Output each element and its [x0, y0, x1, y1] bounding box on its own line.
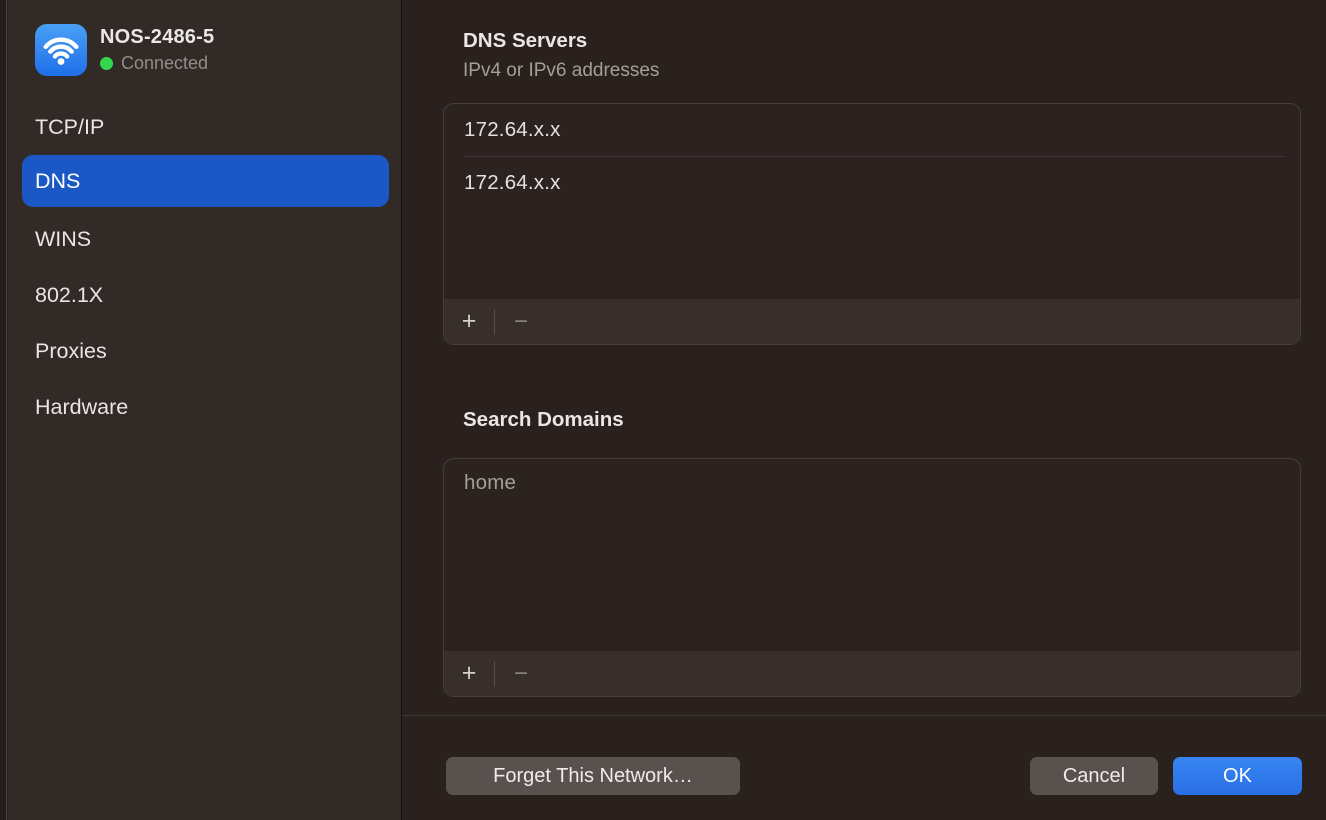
dns-server-value: 172.64.x.x	[464, 118, 561, 142]
sidebar-item-8021x[interactable]: 802.1X	[22, 275, 389, 315]
footer-divider	[402, 715, 1326, 716]
dns-servers-subtitle: IPv4 or IPv6 addresses	[463, 60, 659, 82]
sidebar-item-wins[interactable]: WINS	[22, 219, 389, 259]
sidebar-item-proxies[interactable]: Proxies	[22, 331, 389, 371]
status-dot-icon	[100, 57, 113, 70]
search-domain-row[interactable]: home	[444, 459, 1300, 507]
ok-button[interactable]: OK	[1173, 757, 1302, 795]
dns-servers-box: 172.64.x.x 172.64.x.x + −	[443, 103, 1301, 345]
network-name: NOS-2486-5	[100, 26, 214, 49]
dns-servers-toolbar: + −	[444, 299, 1300, 344]
dns-server-row[interactable]: 172.64.x.x	[444, 104, 1300, 156]
wifi-details-window: NOS-2486-5 Connected TCP/IP DNS WINS 802…	[0, 0, 1326, 820]
sidebar-item-tcpip[interactable]: TCP/IP	[22, 107, 389, 147]
connection-status: Connected	[100, 53, 214, 74]
search-domains-toolbar: + −	[444, 651, 1300, 696]
search-domains-box: home + −	[443, 458, 1301, 697]
add-search-domain-button[interactable]: +	[444, 651, 494, 696]
add-dns-server-button[interactable]: +	[444, 299, 494, 344]
remove-search-domain-button[interactable]: −	[495, 651, 547, 696]
dns-server-value: 172.64.x.x	[464, 171, 561, 195]
status-label: Connected	[121, 53, 208, 74]
search-domain-value: home	[464, 471, 516, 495]
cancel-button[interactable]: Cancel	[1030, 757, 1158, 795]
dns-server-row[interactable]: 172.64.x.x	[444, 157, 1300, 209]
dns-servers-title: DNS Servers	[463, 29, 587, 53]
wifi-icon	[35, 24, 87, 76]
forget-network-button[interactable]: Forget This Network…	[446, 757, 740, 795]
connection-text: NOS-2486-5 Connected	[100, 26, 214, 74]
sidebar-item-dns[interactable]: DNS	[22, 155, 389, 207]
sidebar-item-hardware[interactable]: Hardware	[22, 387, 389, 427]
connection-header: NOS-2486-5 Connected	[35, 24, 214, 76]
search-domains-title: Search Domains	[463, 408, 624, 432]
sidebar: NOS-2486-5 Connected TCP/IP DNS WINS 802…	[8, 0, 402, 820]
background-window-edge	[0, 0, 7, 820]
remove-dns-server-button[interactable]: −	[495, 299, 547, 344]
